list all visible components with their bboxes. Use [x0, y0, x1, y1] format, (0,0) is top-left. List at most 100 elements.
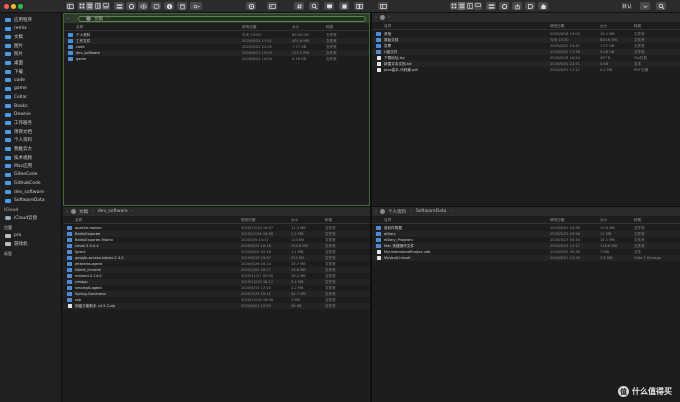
window-button[interactable] [151, 2, 161, 10]
pane-bottom-left[interactable]: ‹ 文稿 › dev_software › 名称 修改日期 大小 种类 apache-mav… [63, 207, 370, 402]
column-header-size[interactable]: 大小 [291, 218, 298, 223]
breadcrumb-item[interactable]: SoftwareData [416, 209, 447, 214]
action-button-right[interactable] [499, 2, 509, 10]
home-button[interactable] [538, 2, 548, 10]
list-view-button[interactable] [86, 2, 94, 10]
sidebar-item[interactable]: remix [5, 25, 27, 33]
column-view-button-right[interactable] [466, 2, 474, 10]
column-header-kind[interactable]: 种类 [634, 218, 641, 223]
column-header-date[interactable]: 修改日期 [550, 218, 564, 223]
tag-button[interactable] [525, 2, 535, 10]
column-header-kind[interactable]: 种类 [325, 218, 332, 223]
table-row[interactable]: 网盘万能助手 v2.5.2.zip 2020/6/21 15:53 56 KB 文件夹 [63, 303, 370, 309]
view-mode-segmented[interactable] [78, 2, 110, 10]
column-header[interactable]: 名称 修改日期 大小 种类 [64, 24, 369, 31]
column-view-button[interactable] [94, 2, 102, 10]
sidebar-item[interactable]: dev_software [5, 188, 44, 196]
screen-button[interactable] [324, 2, 334, 10]
search-button[interactable] [309, 2, 319, 10]
column-header-name[interactable]: 名称 [75, 218, 82, 223]
table-row[interactable]: MyVault.hnsult 2020/6/21 15:59 2.8 MB Hide … [372, 255, 680, 261]
column-header-date[interactable]: 修改日期 [242, 25, 256, 30]
column-header-date[interactable]: 修改日期 [241, 218, 255, 223]
action-button[interactable] [126, 2, 136, 10]
settings-button[interactable] [246, 2, 256, 10]
path-box[interactable] [78, 15, 366, 22]
back-icon[interactable]: ‹ [66, 209, 68, 215]
sidebar-item[interactable]: Cellar [5, 93, 27, 101]
column-header-size[interactable]: 大小 [600, 24, 607, 29]
sidebar-item[interactable]: 个人资料 [5, 136, 32, 144]
sidebar-item[interactable]: GithubCode [5, 179, 41, 187]
column-header[interactable]: 名称 修改日期 大小 种类 [372, 23, 680, 30]
column-header-name[interactable]: 名称 [76, 25, 83, 30]
more-actions-button[interactable] [190, 2, 202, 10]
icon-view-button-right[interactable] [450, 2, 458, 10]
column-header-kind[interactable]: 种类 [326, 25, 333, 30]
sidebar-item-location[interactable]: 游戏机 [5, 240, 28, 248]
table-row[interactable]: game 2020/6/22 14:04 4.16 GB 文件夹 [64, 56, 369, 62]
icon-view-button[interactable] [78, 2, 86, 10]
archive-button[interactable] [339, 2, 349, 10]
terminal-button[interactable] [267, 2, 277, 10]
sidebar-item[interactable]: 工作服务 [5, 119, 32, 127]
sidebar-item[interactable]: code [5, 76, 25, 84]
back-icon[interactable]: ‹ [67, 16, 69, 22]
hash-button[interactable] [294, 2, 304, 10]
column-header-name[interactable]: 名称 [384, 24, 391, 29]
sidebar-item[interactable]: 应用程序 [5, 16, 32, 24]
home-icon[interactable] [86, 16, 91, 21]
user-dropdown-button[interactable] [640, 2, 650, 10]
breadcrumb-item[interactable]: 个人资料 [388, 209, 406, 215]
sidebar-toggle-right-button[interactable] [378, 2, 388, 10]
sidebar-item[interactable]: Downie [5, 111, 31, 119]
sidebar-item[interactable]: 照片 [5, 50, 23, 58]
back-icon[interactable]: ‹ [375, 209, 377, 215]
trash-button[interactable] [177, 2, 187, 10]
breadcrumb-item[interactable]: 文稿 [79, 209, 88, 215]
view-mode-segmented-right[interactable] [450, 2, 482, 10]
search-right-button[interactable] [656, 2, 666, 10]
column-header-name[interactable]: 名称 [384, 218, 391, 223]
preview-button[interactable] [138, 2, 148, 10]
info-button[interactable] [164, 2, 174, 10]
close-window-button[interactable] [4, 4, 9, 9]
sidebar-item[interactable]: 下载 [5, 68, 23, 76]
back-icon[interactable]: ‹ [375, 15, 377, 21]
column-header-date[interactable]: 修改日期 [550, 24, 564, 29]
column-header-size[interactable]: 大小 [600, 218, 607, 223]
sidebar-item[interactable]: 项目文档 [5, 128, 32, 136]
home-icon[interactable] [380, 15, 385, 20]
arrange-button[interactable] [114, 2, 124, 10]
gallery-view-button[interactable] [102, 2, 110, 10]
sidebar-item[interactable]: Books [5, 102, 28, 110]
sidebar-item[interactable]: 技术视频 [5, 154, 32, 162]
column-header[interactable]: 名称 修改日期 大小 种类 [63, 217, 370, 224]
pane-bottom-right[interactable]: ‹ 个人资料 › SoftwareData › 名称 修改日期 大小 种类 各软件数据 201… [372, 207, 680, 402]
arrange-button-right[interactable] [486, 2, 496, 10]
gallery-view-button-right[interactable] [474, 2, 482, 10]
column-header-kind[interactable]: 种类 [634, 24, 641, 29]
list-view-button-right[interactable] [458, 2, 466, 10]
pane-divider-vertical[interactable] [370, 13, 372, 402]
minimize-window-button[interactable] [11, 4, 16, 9]
pane-top-right[interactable]: ‹ › 名称 修改日期 大小 种类 其他 2020/6/18 14:03 19.1 MB 文… [372, 13, 680, 206]
sidebar-item-location[interactable]: pro [5, 232, 21, 240]
share-button[interactable] [512, 2, 522, 10]
sidebar-item[interactable]: game [5, 85, 27, 93]
sidebar-item[interactable]: 图片 [5, 42, 23, 50]
pane-top-left[interactable]: ‹ 文稿 › 名称 修改日期 大小 种类 个人资料 今天 23:59 89.52 GB 文件夹… [63, 13, 370, 206]
pane-divider-horizontal[interactable] [63, 206, 680, 207]
zoom-window-button[interactable] [18, 4, 23, 9]
sidebar-item[interactable]: 文稿 [5, 33, 23, 41]
sidebar-item[interactable]: GiteeCode [5, 171, 38, 179]
home-icon[interactable] [380, 209, 385, 214]
sidebar-item[interactable]: 桌面 [5, 59, 23, 67]
column-header-size[interactable]: 大小 [292, 25, 299, 30]
table-row[interactable]: Java高手-代码篇.pdf 2020/6/21 17:17 4.2 MB PDF文稿 [372, 67, 680, 73]
compare-button[interactable] [354, 2, 364, 10]
sidebar-toggle-button[interactable] [66, 2, 74, 10]
sidebar-item[interactable]: 我推云大 [5, 145, 32, 153]
sidebar-item-icloud[interactable]: iCloud云盘 [5, 214, 37, 222]
sidebar-item[interactable]: SoftwareData [5, 197, 45, 205]
